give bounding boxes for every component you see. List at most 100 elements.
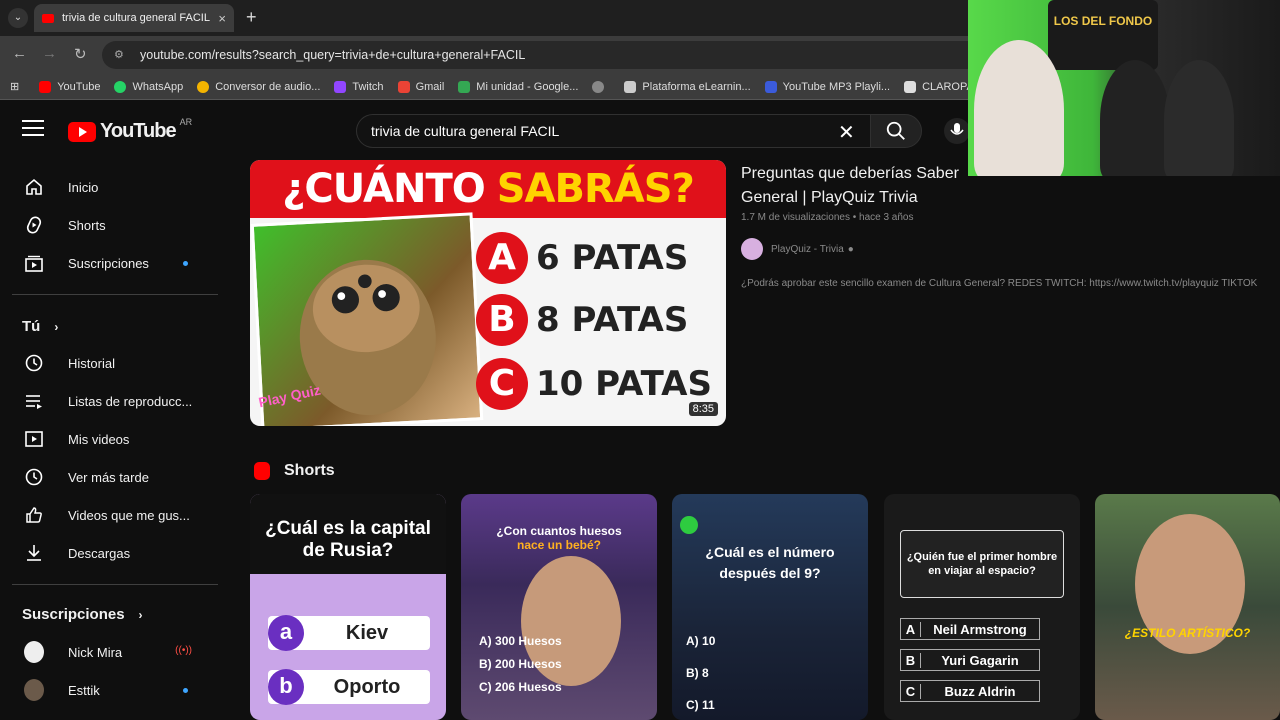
- thumbnail-banner: ¿CUÁNTO SABRÁS?: [250, 160, 726, 218]
- url-text: youtube.com/results?search_query=trivia+…: [140, 48, 526, 62]
- search-input[interactable]: trivia de cultura general FACIL: [356, 114, 876, 148]
- short-card[interactable]: ¿Quién fue el primer hombre en viajar al…: [884, 494, 1080, 720]
- sidebar-label: Descargas: [68, 545, 131, 561]
- bookmark-audio-converter[interactable]: Conversor de audio...: [197, 80, 320, 93]
- bookmark-twitch[interactable]: Twitch: [334, 80, 384, 93]
- short-option: A) 10: [686, 634, 715, 648]
- short-option: B Yuri Gagarin: [900, 649, 1040, 671]
- gmail-icon: [397, 80, 410, 93]
- thumbnail-option-b: B 8 PATAS: [476, 292, 721, 348]
- option-text: 206 Huesos: [495, 680, 562, 694]
- reload-icon[interactable]: ↻: [74, 45, 87, 63]
- bookmark-globe[interactable]: [592, 80, 610, 93]
- hamburger-menu-icon[interactable]: [22, 120, 44, 141]
- option-text: 10 PATAS: [536, 364, 712, 404]
- short-card[interactable]: ¿Cuál es la capital de Rusia? a Kiev b O…: [250, 494, 446, 720]
- short-option: B) 200 Huesos: [479, 657, 562, 671]
- globe-icon: [592, 80, 605, 93]
- forward-arrow-icon[interactable]: →: [42, 45, 57, 62]
- option-text: 10: [702, 634, 716, 648]
- claropay-icon: [904, 80, 917, 93]
- bookmark-whatsapp[interactable]: WhatsApp: [114, 80, 183, 93]
- option-letter: C): [686, 698, 699, 712]
- back-arrow-icon[interactable]: ←: [12, 45, 27, 62]
- short-question: ¿Con cuantos huesos: [496, 524, 622, 538]
- sidebar-sub-nick-mira[interactable]: Nick Mira ((•)): [12, 633, 218, 671]
- voice-search-button[interactable]: [944, 118, 970, 144]
- short-question-highlight: nace un bebé?: [516, 538, 602, 552]
- sidebar-item-shorts[interactable]: Shorts: [12, 206, 218, 244]
- short-option: C) 206 Huesos: [479, 680, 562, 694]
- option-letter: C: [901, 683, 921, 699]
- shorts-icon: [24, 215, 44, 235]
- sidebar-section-suscripciones[interactable]: Suscripciones ›: [22, 606, 143, 623]
- site-info-icon[interactable]: ⚙: [114, 48, 128, 62]
- channel-avatar: [741, 238, 763, 260]
- sidebar-item-descargas[interactable]: Descargas: [12, 534, 218, 572]
- sidebar-section-tu[interactable]: Tú ›: [22, 318, 58, 335]
- sidebar-divider: [12, 584, 218, 585]
- sidebar-label: Esttik: [68, 682, 100, 698]
- option-text: 300 Huesos: [495, 634, 562, 648]
- new-content-dot: [183, 688, 188, 693]
- sidebar-item-ver-mas-tarde[interactable]: Ver más tarde: [12, 458, 218, 496]
- download-icon: [24, 543, 44, 563]
- browser-tab[interactable]: trivia de cultura general FACIL ×: [34, 4, 234, 32]
- youtube-favicon-icon: [42, 13, 54, 23]
- channel-row[interactable]: PlayQuiz - Trivia ●: [741, 238, 854, 260]
- bookmark-gmail[interactable]: Gmail: [397, 80, 444, 93]
- my-videos-icon: [24, 429, 44, 449]
- option-text: Neil Armstrong: [933, 621, 1027, 637]
- short-question: ¿Quién fue el primer hombre en viajar al…: [906, 551, 1058, 577]
- sidebar-item-listas[interactable]: Listas de reproducc...: [12, 382, 218, 420]
- tab-list-chevron-icon[interactable]: ⌄: [8, 8, 28, 28]
- youtube-mp3-icon: [764, 80, 777, 93]
- google-drive-icon: [458, 80, 471, 93]
- person-image: [1164, 60, 1234, 176]
- option-text: Kiev: [345, 621, 389, 644]
- sidebar-item-videos-que-me-gustan[interactable]: Videos que me gus...: [12, 496, 218, 534]
- short-option: a Kiev: [268, 615, 430, 651]
- search-button[interactable]: [870, 114, 922, 148]
- sidebar-item-inicio[interactable]: Inicio: [12, 168, 218, 206]
- bookmark-youtube-mp3[interactable]: YouTube MP3 Playli...: [764, 80, 890, 93]
- country-code: AR: [179, 116, 193, 127]
- tab-close-icon[interactable]: ×: [218, 11, 226, 26]
- bookmark-youtube[interactable]: YouTube: [39, 80, 100, 93]
- bookmark-google-drive[interactable]: Mi unidad - Google...: [458, 80, 578, 93]
- live-icon: ((•)): [175, 645, 192, 656]
- youtube-logo[interactable]: YouTube AR: [68, 116, 193, 143]
- sidebar-item-historial[interactable]: Historial: [12, 344, 218, 382]
- short-card[interactable]: ¿Con cuantos huesos nace un bebé? A) 300…: [461, 494, 657, 720]
- chevron-right-icon: ›: [138, 607, 143, 622]
- clear-search-icon[interactable]: ✕: [838, 120, 855, 145]
- bookmark-elearning[interactable]: Plataforma eLearnin...: [624, 80, 751, 93]
- option-letter: B): [686, 666, 699, 680]
- new-tab-button[interactable]: +: [246, 7, 257, 28]
- short-option: C) 11: [686, 698, 715, 712]
- sidebar-label: Nick Mira: [68, 644, 123, 660]
- sidebar-label: Listas de reproducc...: [68, 393, 193, 409]
- option-text: 11: [702, 698, 715, 712]
- option-text: 6 PATAS: [536, 238, 689, 278]
- youtube-bookmark-icon: [39, 80, 52, 93]
- chevron-right-icon: ›: [54, 319, 59, 334]
- verified-icon: ●: [847, 243, 854, 255]
- sidebar-label: Mis videos: [68, 431, 130, 447]
- short-option: C Buzz Aldrin: [900, 680, 1040, 702]
- option-letter: A): [479, 634, 492, 648]
- short-caption: ¿ESTILO ARTÍSTICO?: [1124, 626, 1251, 640]
- history-icon: [24, 353, 44, 373]
- video-title[interactable]: Preguntas que deberías Saber General | P…: [741, 162, 981, 210]
- short-card[interactable]: ¿ESTILO ARTÍSTICO?: [1095, 494, 1280, 720]
- video-thumbnail[interactable]: ¿CUÁNTO SABRÁS? A 6 PATAS B 8 PATAS C 10…: [250, 160, 726, 426]
- short-card[interactable]: ¿Cuál es el número después del 9? A) 10 …: [672, 494, 868, 720]
- sidebar-item-mis-videos[interactable]: Mis videos: [12, 420, 218, 458]
- sidebar-sub-esttik[interactable]: Esttik: [12, 671, 218, 709]
- channel-avatar: [24, 679, 44, 701]
- apps-grid-icon[interactable]: ⊞: [10, 80, 19, 93]
- sidebar-label: Historial: [68, 355, 115, 371]
- short-question: ¿Cuál es la capital de Rusia?: [265, 518, 431, 561]
- audio-converter-icon: [197, 80, 210, 93]
- sidebar-item-suscripciones[interactable]: Suscripciones: [12, 244, 218, 282]
